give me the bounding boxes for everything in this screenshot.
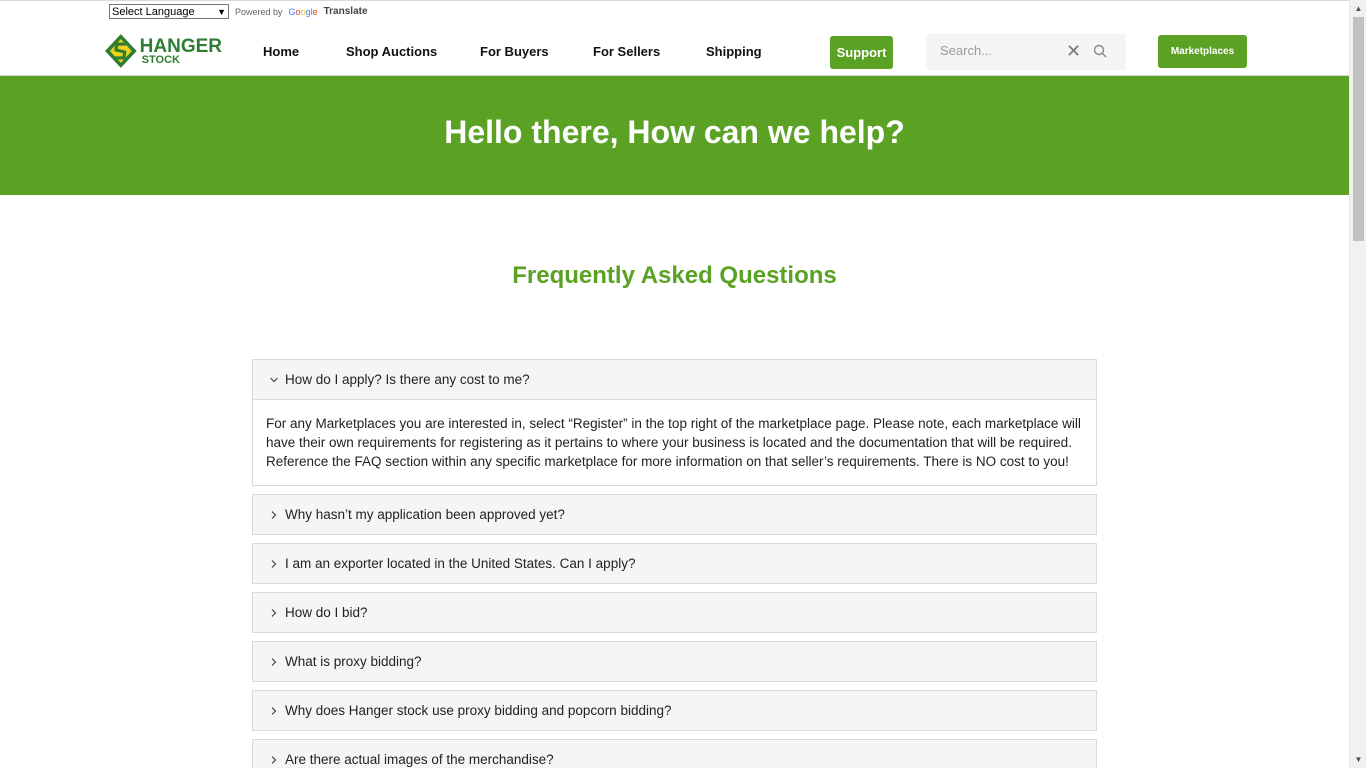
chevron-right-icon bbox=[267, 608, 281, 618]
chevron-down-icon: ▼ bbox=[217, 6, 226, 17]
faq-item: Are there actual images of the merchandi… bbox=[252, 739, 1097, 768]
nav-for-buyers[interactable]: For Buyers bbox=[480, 44, 549, 59]
hero-banner: Hello there, How can we help? bbox=[0, 76, 1349, 195]
page-scrollbar[interactable]: ▲ ▼ bbox=[1349, 0, 1366, 768]
nav-shipping[interactable]: Shipping bbox=[706, 44, 762, 59]
faq-question[interactable]: How do I apply? Is there any cost to me? bbox=[253, 360, 1096, 399]
faq-item: What is proxy bidding? bbox=[252, 641, 1097, 682]
chevron-right-icon bbox=[267, 755, 281, 765]
faq-question[interactable]: Are there actual images of the merchandi… bbox=[253, 740, 1096, 768]
scrollbar-thumb[interactable] bbox=[1353, 17, 1364, 241]
chevron-right-icon bbox=[267, 706, 281, 716]
scroll-down-icon[interactable]: ▼ bbox=[1350, 751, 1366, 768]
logo-wordmark: HANGER STOCK bbox=[140, 37, 222, 66]
chevron-right-icon bbox=[267, 510, 281, 520]
close-icon[interactable]: ✕ bbox=[1066, 42, 1081, 60]
faq-question-text: How do I bid? bbox=[285, 605, 368, 620]
support-button[interactable]: Support bbox=[830, 36, 893, 69]
faq-title: Frequently Asked Questions bbox=[512, 262, 837, 289]
search-icon[interactable] bbox=[1093, 44, 1107, 58]
faq-item: Why hasn’t my application been approved … bbox=[252, 494, 1097, 535]
chevron-down-icon bbox=[267, 375, 281, 385]
nav-home[interactable]: Home bbox=[263, 44, 299, 59]
faq-item: I am an exporter located in the United S… bbox=[252, 543, 1097, 584]
search-placeholder: Search... bbox=[940, 43, 993, 58]
chevron-right-icon bbox=[267, 559, 281, 569]
faq-accordion: How do I apply? Is there any cost to me?… bbox=[252, 359, 1097, 768]
site-header: Select Language ▼ Powered by Google Tran… bbox=[0, 0, 1349, 76]
search-input[interactable]: Search... ✕ bbox=[926, 34, 1126, 70]
faq-question-text: Why hasn’t my application been approved … bbox=[285, 507, 565, 522]
faq-item: How do I bid? bbox=[252, 592, 1097, 633]
faq-item: Why does Hanger stock use proxy bidding … bbox=[252, 690, 1097, 731]
faq-question[interactable]: Why does Hanger stock use proxy bidding … bbox=[253, 691, 1096, 730]
translate-link[interactable]: Translate bbox=[324, 6, 368, 17]
faq-question[interactable]: Why hasn’t my application been approved … bbox=[253, 495, 1096, 534]
hero-title: Hello there, How can we help? bbox=[444, 114, 905, 150]
powered-by-text: Powered by bbox=[235, 6, 283, 17]
nav-for-sellers[interactable]: For Sellers bbox=[593, 44, 660, 59]
faq-question[interactable]: What is proxy bidding? bbox=[253, 642, 1096, 681]
faq-question[interactable]: How do I bid? bbox=[253, 593, 1096, 632]
google-translate-bar: Select Language ▼ Powered by Google Tran… bbox=[109, 4, 368, 19]
scroll-up-icon[interactable]: ▲ bbox=[1350, 0, 1366, 17]
chevron-right-icon bbox=[267, 657, 281, 667]
faq-item: How do I apply? Is there any cost to me?… bbox=[252, 359, 1097, 486]
faq-answer: For any Marketplaces you are interested … bbox=[253, 399, 1096, 485]
nav-shop-auctions[interactable]: Shop Auctions bbox=[346, 44, 437, 59]
language-select-value: Select Language bbox=[112, 5, 195, 18]
faq-question-text: How do I apply? Is there any cost to me? bbox=[285, 372, 530, 387]
google-wordmark: Google bbox=[288, 6, 318, 17]
site-logo[interactable]: HANGER STOCK bbox=[104, 33, 222, 69]
faq-question-text: Why does Hanger stock use proxy bidding … bbox=[285, 703, 672, 718]
language-select[interactable]: Select Language ▼ bbox=[109, 4, 229, 19]
faq-question-text: Are there actual images of the merchandi… bbox=[285, 752, 554, 767]
logo-mark-icon bbox=[104, 34, 137, 68]
faq-question[interactable]: I am an exporter located in the United S… bbox=[253, 544, 1096, 583]
faq-question-text: I am an exporter located in the United S… bbox=[285, 556, 636, 571]
marketplaces-button[interactable]: Marketplaces bbox=[1158, 35, 1247, 68]
page: Select Language ▼ Powered by Google Tran… bbox=[0, 0, 1349, 768]
faq-question-text: What is proxy bidding? bbox=[285, 654, 422, 669]
